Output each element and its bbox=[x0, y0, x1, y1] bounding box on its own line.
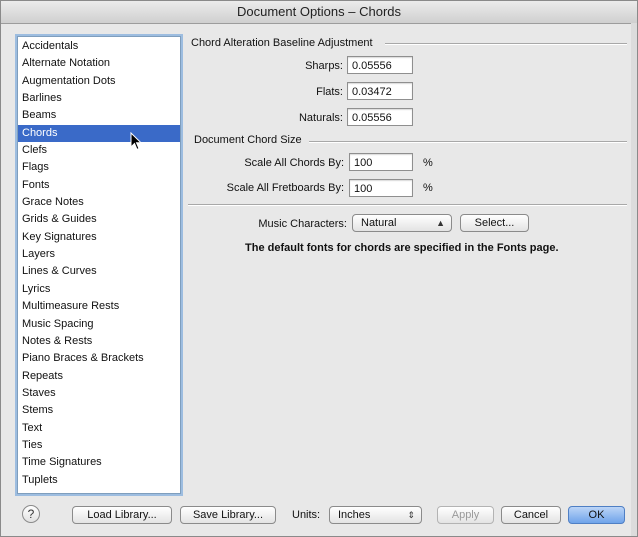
popup-arrows-icon: ▲ bbox=[436, 218, 445, 228]
sidebar-item-repeats[interactable]: Repeats bbox=[18, 368, 180, 385]
sidebar-item-key-signatures[interactable]: Key Signatures bbox=[18, 229, 180, 246]
sidebar-item-multimeasure-rests[interactable]: Multimeasure Rests bbox=[18, 298, 180, 315]
sidebar-item-fonts[interactable]: Fonts bbox=[18, 177, 180, 194]
scale-chords-unit: % bbox=[423, 157, 433, 169]
sidebar-item-augmentation-dots[interactable]: Augmentation Dots bbox=[18, 73, 180, 90]
load-library-button[interactable]: Load Library... bbox=[72, 506, 172, 524]
baseline-divider bbox=[385, 43, 627, 45]
category-list: Accidentals Alternate Notation Augmentatio… bbox=[18, 37, 180, 489]
fonts-note: The default fonts for chords are specifi… bbox=[245, 242, 559, 254]
sidebar-item-grace-notes[interactable]: Grace Notes bbox=[18, 194, 180, 211]
window-edge bbox=[631, 23, 637, 536]
chord-size-heading: Document Chord Size bbox=[194, 134, 302, 146]
sidebar-item-barlines[interactable]: Barlines bbox=[18, 90, 180, 107]
music-characters-value: Natural bbox=[361, 217, 397, 229]
sidebar-item-grids-guides[interactable]: Grids & Guides bbox=[18, 211, 180, 228]
help-icon[interactable]: ? bbox=[22, 505, 40, 523]
select-button[interactable]: Select... bbox=[460, 214, 529, 232]
sidebar-item-music-spacing[interactable]: Music Spacing bbox=[18, 316, 180, 333]
ok-button[interactable]: OK bbox=[568, 506, 625, 524]
sidebar-item-beams[interactable]: Beams bbox=[18, 107, 180, 124]
units-popup[interactable]: Inches ⇕ bbox=[329, 506, 422, 524]
sidebar-item-clefs[interactable]: Clefs bbox=[18, 142, 180, 159]
sidebar-item-notes-rests[interactable]: Notes & Rests bbox=[18, 333, 180, 350]
sidebar-item-staves[interactable]: Staves bbox=[18, 385, 180, 402]
window-title: Document Options – Chords bbox=[1, 1, 637, 24]
chord-size-divider bbox=[309, 141, 627, 143]
scale-fretboards-field[interactable]: 100 bbox=[349, 179, 413, 197]
sidebar-item-piano-braces-brackets[interactable]: Piano Braces & Brackets bbox=[18, 350, 180, 367]
sidebar-item-tuplets[interactable]: Tuplets bbox=[18, 472, 180, 489]
apply-button[interactable]: Apply bbox=[437, 506, 494, 524]
units-label: Units: bbox=[292, 509, 321, 521]
sidebar-item-text[interactable]: Text bbox=[18, 420, 180, 437]
sidebar-item-accidentals[interactable]: Accidentals bbox=[18, 38, 180, 55]
scale-chords-label: Scale All Chords By: bbox=[244, 157, 344, 169]
units-value: Inches bbox=[338, 509, 371, 521]
sidebar-item-layers[interactable]: Layers bbox=[18, 246, 180, 263]
sidebar-item-ties[interactable]: Ties bbox=[18, 437, 180, 454]
naturals-field[interactable]: 0.05556 bbox=[347, 108, 413, 126]
sharps-label: Sharps: bbox=[305, 60, 343, 72]
cancel-button[interactable]: Cancel bbox=[501, 506, 561, 524]
save-library-button[interactable]: Save Library... bbox=[180, 506, 276, 524]
scale-chords-field[interactable]: 100 bbox=[349, 153, 413, 171]
flats-label: Flats: bbox=[316, 86, 343, 98]
music-divider bbox=[188, 204, 627, 206]
sidebar-item-chords[interactable]: Chords bbox=[18, 124, 180, 143]
flats-field[interactable]: 0.03472 bbox=[347, 82, 413, 100]
sidebar-item-alternate-notation[interactable]: Alternate Notation bbox=[18, 55, 180, 72]
music-characters-label: Music Characters: bbox=[258, 218, 347, 230]
music-characters-popup[interactable]: Natural ▲ bbox=[352, 214, 452, 232]
sidebar-item-flags[interactable]: Flags bbox=[18, 159, 180, 176]
sidebar-item-stems[interactable]: Stems bbox=[18, 402, 180, 419]
sidebar-item-time-signatures[interactable]: Time Signatures bbox=[18, 454, 180, 471]
sidebar-item-lyrics[interactable]: Lyrics bbox=[18, 281, 180, 298]
baseline-heading: Chord Alteration Baseline Adjustment bbox=[191, 37, 373, 49]
naturals-label: Naturals: bbox=[298, 112, 343, 124]
sidebar-item-lines-curves[interactable]: Lines & Curves bbox=[18, 263, 180, 280]
document-options-window: Document Options – Chords Accidentals Alt… bbox=[0, 0, 638, 537]
scale-fretboards-unit: % bbox=[423, 182, 433, 194]
mouse-pointer-icon bbox=[130, 132, 143, 151]
scale-fretboards-label: Scale All Fretboards By: bbox=[226, 182, 344, 194]
sharps-field[interactable]: 0.05556 bbox=[347, 56, 413, 74]
popup-arrows-icon: ⇕ bbox=[407, 510, 415, 520]
options-category-list[interactable]: Accidentals Alternate Notation Augmentatio… bbox=[17, 36, 181, 494]
